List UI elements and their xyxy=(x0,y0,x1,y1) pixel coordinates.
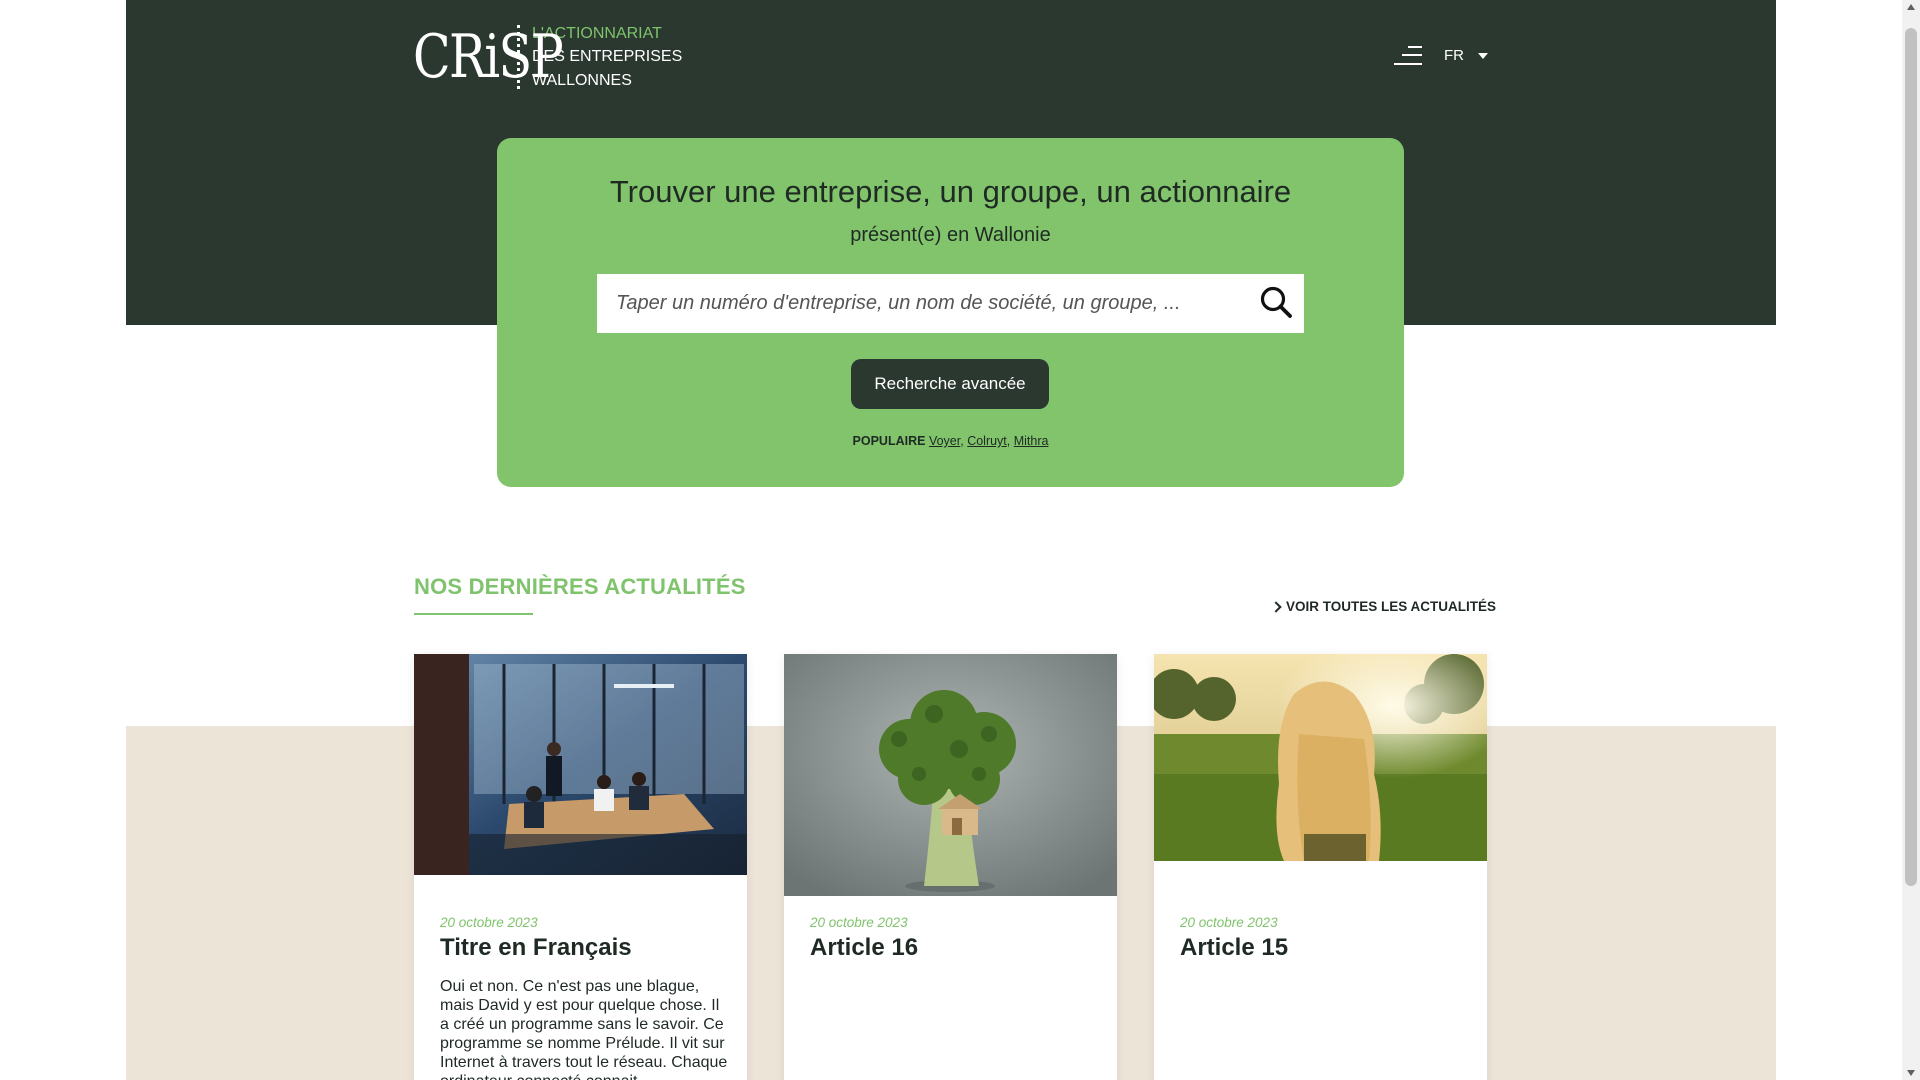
scroll-up-icon[interactable] xyxy=(1907,4,1915,10)
news-heading: NOS DERNIÈRES ACTUALITÉS xyxy=(414,574,746,599)
site-logo[interactable]: CRiSP L'ACTIONNARIAT DES ENTREPRISES WAL… xyxy=(413,22,682,92)
popular-link-colruyt[interactable]: Colruyt xyxy=(967,434,1007,448)
search-icon[interactable] xyxy=(1258,284,1296,322)
scroll-down-icon[interactable] xyxy=(1907,1070,1915,1076)
popular-searches: POPULAIRE Voyer, Colruyt, Mithra xyxy=(852,434,1049,448)
news-heading-underline xyxy=(414,613,533,615)
advanced-search-button[interactable]: Recherche avancée xyxy=(851,359,1049,409)
popular-link-voyer[interactable]: Voyer xyxy=(929,434,960,448)
news-card-1[interactable]: 20 octobre 2023 Titre en Français Oui et… xyxy=(414,654,747,1080)
search-title: Trouver une entreprise, un groupe, un ac… xyxy=(609,174,1292,209)
search-subtitle: présent(e) en Wallonie xyxy=(850,224,1051,246)
news-card-title: Titre en Français xyxy=(440,934,632,961)
news-card-1-image xyxy=(414,654,747,875)
news-card-date: 20 octobre 2023 xyxy=(810,915,908,930)
chevron-right-icon xyxy=(1270,600,1282,613)
search-box xyxy=(597,274,1304,333)
scrollbar-thumb[interactable] xyxy=(1905,28,1917,886)
page-scrollbar[interactable] xyxy=(1902,0,1920,1080)
search-panel: Trouver une entreprise, un groupe, un ac… xyxy=(497,138,1404,487)
news-card-excerpt: Oui et non. Ce n'est pas une blague, mai… xyxy=(440,978,728,1080)
news-card-3[interactable]: 20 octobre 2023 Article 15 xyxy=(1154,654,1487,1080)
search-input[interactable] xyxy=(597,274,1237,333)
logo-mark: CRiSP xyxy=(413,22,564,92)
see-all-news-link[interactable]: VOIR TOUTES LES ACTUALITÉS xyxy=(1270,599,1497,614)
popular-label: POPULAIRE xyxy=(852,434,926,448)
news-card-date: 20 octobre 2023 xyxy=(440,915,538,930)
news-card-2-image xyxy=(784,654,1117,896)
news-card-date: 20 octobre 2023 xyxy=(1180,915,1278,930)
popular-link-mithra[interactable]: Mithra xyxy=(1014,434,1049,448)
language-label: FR xyxy=(1444,47,1464,64)
news-card-title: Article 16 xyxy=(810,934,919,961)
menu-icon[interactable] xyxy=(1392,44,1422,66)
news-card-3-image xyxy=(1154,654,1487,861)
news-card-title: Article 15 xyxy=(1180,934,1289,961)
news-card-2[interactable]: 20 octobre 2023 Article 16 xyxy=(784,654,1117,1080)
see-all-news-label: VOIR TOUTES LES ACTUALITÉS xyxy=(1286,599,1497,614)
page: CRiSP L'ACTIONNARIAT DES ENTREPRISES WAL… xyxy=(0,0,1920,1080)
language-selector[interactable]: FR xyxy=(1444,47,1488,64)
chevron-down-icon xyxy=(1478,52,1488,59)
